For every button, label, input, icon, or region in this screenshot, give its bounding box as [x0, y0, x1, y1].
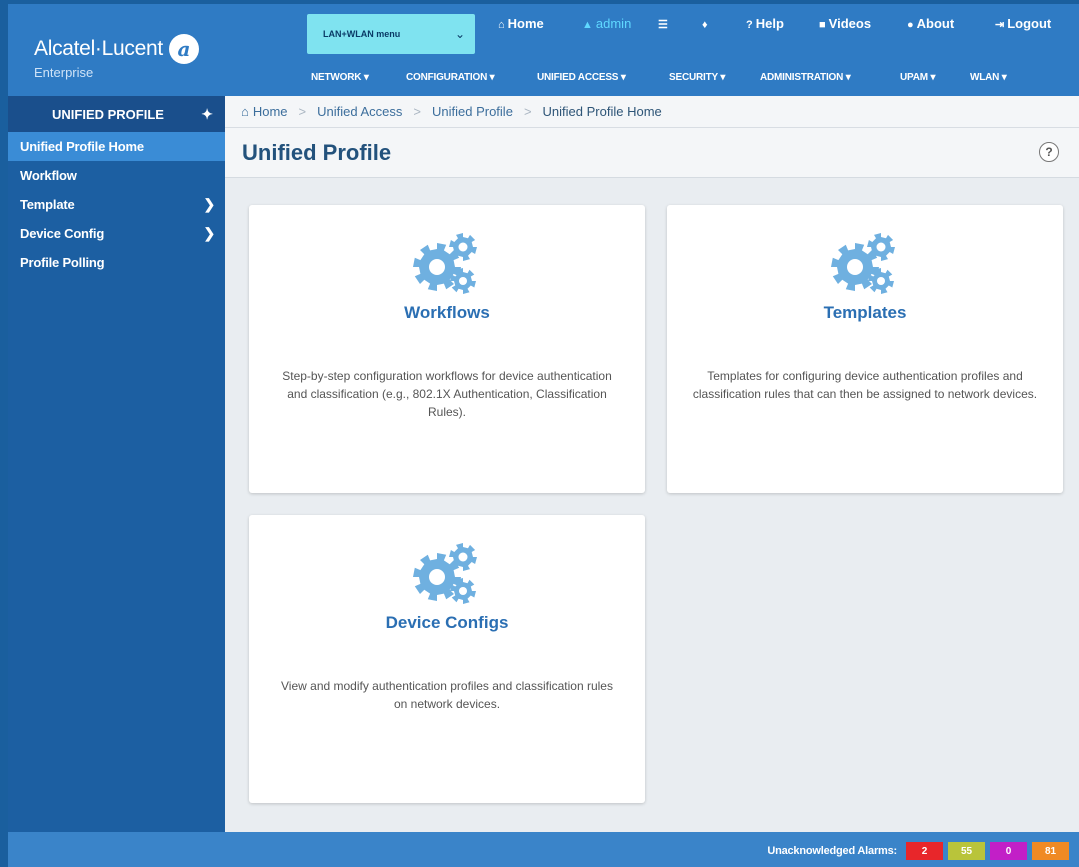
nav-admin[interactable]: ▲ admin [582, 16, 631, 31]
sidebar-title: UNIFIED PROFILE ✦ [8, 96, 225, 132]
pin-icon[interactable]: ✦ [201, 106, 213, 123]
logout-icon: ⇥ [995, 19, 1005, 31]
nav-list[interactable]: ☰ [658, 16, 671, 31]
alarm-warning-badge[interactable]: 81 [1032, 842, 1069, 860]
home-icon: ⌂ [498, 19, 505, 31]
status-bar: Unacknowledged Alarms: 2 55 0 81 [8, 832, 1079, 867]
nav-videos[interactable]: ■ Videos [819, 16, 871, 31]
gear-hole [429, 259, 445, 275]
gear-hole [459, 277, 467, 285]
sidebar: UNIFIED PROFILE ✦ Unified Profile Home W… [8, 96, 225, 832]
menu-administration[interactable]: ADMINISTRATION ▾ [760, 72, 851, 83]
nav-about[interactable]: ● About [907, 16, 954, 31]
menu-mode-value: LAN+WLAN menu [323, 29, 401, 39]
gear-hole [459, 587, 467, 595]
templates-card[interactable]: Templates Templates for configuring devi… [667, 205, 1063, 493]
nav-alerts[interactable]: ♦ [702, 16, 711, 31]
gear-hole [429, 569, 445, 585]
alarms-summary: Unacknowledged Alarms: 2 55 0 81 [767, 842, 1069, 860]
breadcrumb-unified-profile[interactable]: Unified Profile [432, 104, 513, 119]
alarm-major-badge[interactable]: 55 [948, 842, 985, 860]
gears-icon [413, 233, 477, 294]
menu-upam[interactable]: UPAM ▾ [900, 72, 936, 83]
menu-unified-access[interactable]: UNIFIED ACCESS ▾ [537, 72, 626, 83]
chevron-right-icon: ❯ [203, 196, 215, 212]
breadcrumb-separator: > [523, 104, 532, 119]
sidebar-item-profile-polling[interactable]: Profile Polling [8, 248, 225, 277]
breadcrumb-unified-access[interactable]: Unified Access [317, 104, 402, 119]
bell-icon: ♦ [702, 19, 708, 31]
nav-help[interactable]: ? Help [746, 16, 784, 31]
nav-home[interactable]: ⌂ Home [498, 16, 544, 31]
device-configs-card[interactable]: Device Configs View and modify authentic… [249, 515, 645, 803]
home-icon: ⌂ [241, 104, 249, 119]
breadcrumb-separator: > [298, 104, 307, 119]
card-description: View and modify authentication profiles … [281, 679, 613, 711]
brand-sub: Enterprise [34, 65, 94, 80]
info-icon: ● [907, 19, 914, 31]
top-nav: ⌂ Home ▲ admin ☰ ♦ ? Help ■ Videos ● About ⇥ L… [498, 16, 1079, 34]
sidebar-item-device-config[interactable]: Device Config ❯ [8, 219, 225, 248]
brand-logo[interactable]: Alcatel·Lucent a Enterprise [34, 34, 199, 80]
sidebar-item-workflow[interactable]: Workflow [8, 161, 225, 190]
sidebar-item-template[interactable]: Template ❯ [8, 190, 225, 219]
card-description: Templates for configuring device authent… [692, 369, 1038, 401]
chevron-right-icon: ❯ [203, 225, 215, 241]
gear-hole [877, 277, 885, 285]
page-title: Unified Profile [242, 140, 392, 165]
user-icon: ▲ [582, 19, 593, 31]
gear-hole [876, 242, 886, 252]
card-title[interactable]: Templates [667, 303, 1063, 323]
brand-name: Alcatel·Lucent [34, 37, 163, 60]
gear-hole [847, 259, 863, 275]
breadcrumb-separator: > [413, 104, 421, 119]
alarm-minor-badge[interactable]: 0 [990, 842, 1027, 860]
help-icon[interactable]: ? [1039, 142, 1059, 162]
alarms-label: Unacknowledged Alarms: [767, 845, 897, 857]
breadcrumb-current: Unified Profile Home [542, 104, 662, 119]
page-header: Unified Profile ? [225, 128, 1079, 178]
workflows-card[interactable]: Workflows Step-by-step configuration wor… [249, 205, 645, 493]
alcatel-logo-icon: a [168, 34, 199, 64]
sidebar-item-unified-profile-home[interactable]: Unified Profile Home [8, 132, 225, 161]
menu-security[interactable]: SECURITY ▾ [669, 72, 725, 83]
menu-wlan[interactable]: WLAN ▾ [970, 72, 1007, 83]
list-icon: ☰ [658, 19, 668, 31]
main-nav: NETWORK ▾ CONFIGURATION ▾ UNIFIED ACCESS… [308, 72, 1079, 88]
breadcrumb: ⌂ Home > Unified Access > Unified Profil… [225, 96, 1079, 128]
menu-mode-select[interactable]: LAN+WLAN menu ⌄ [307, 14, 475, 54]
app-header: Alcatel·Lucent a Enterprise LAN+WLAN menu… [8, 4, 1079, 96]
gears-icon [413, 543, 477, 604]
main-content: ⌂ Home > Unified Access > Unified Profil… [225, 96, 1079, 832]
video-icon: ■ [819, 19, 826, 31]
card-title[interactable]: Workflows [249, 303, 645, 323]
card-description: Step-by-step configuration workflows for… [282, 369, 612, 419]
nav-logout[interactable]: ⇥ Logout [995, 16, 1051, 31]
gears-icon [831, 233, 895, 294]
card-title[interactable]: Device Configs [249, 613, 645, 633]
menu-configuration[interactable]: CONFIGURATION ▾ [406, 72, 495, 83]
gear-hole [458, 552, 468, 562]
question-icon: ? [746, 19, 753, 31]
gear-hole [458, 242, 468, 252]
alarm-critical-badge[interactable]: 2 [906, 842, 943, 860]
breadcrumb-home[interactable]: Home [253, 104, 288, 119]
menu-network[interactable]: NETWORK ▾ [311, 72, 369, 83]
chevron-down-icon: ⌄ [454, 27, 465, 41]
